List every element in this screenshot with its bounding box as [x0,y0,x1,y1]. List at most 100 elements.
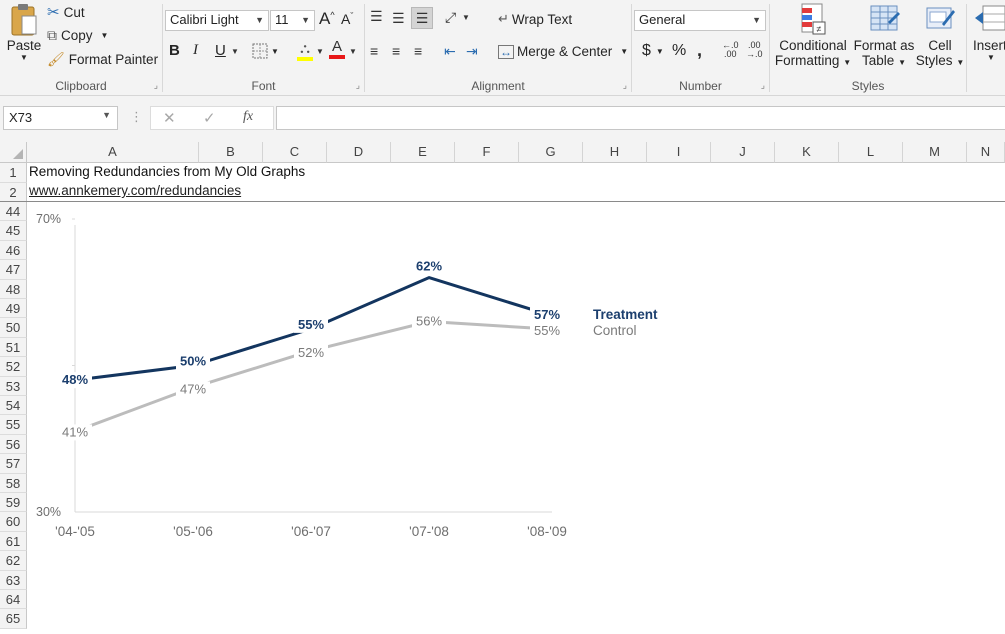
column-header-j[interactable]: J [711,142,775,163]
cell-styles-button[interactable]: Cell Styles ▼ [916,2,964,68]
percent-button[interactable]: % [672,42,686,60]
row-header-58[interactable]: 58 [0,473,27,493]
row-header-50[interactable]: 50 [0,318,27,338]
insert-function-icon[interactable]: fx [243,109,253,125]
row-header-64[interactable]: 64 [0,590,27,610]
row-header-48[interactable]: 48 [0,279,27,299]
number-format-select[interactable]: General ▼ [634,10,766,31]
paste-label: Paste [6,38,42,53]
column-header-n[interactable]: N [967,142,1005,163]
align-bottom-icon[interactable]: ☰ [411,7,433,29]
format-as-table-button[interactable]: Format as Table ▼ [852,2,916,68]
row-header-63[interactable]: 63 [0,570,27,590]
enter-icon[interactable]: ✓ [203,109,216,127]
row-header-65[interactable]: 65 [0,609,27,629]
align-left-icon[interactable]: ≡ [370,43,378,59]
column-header-m[interactable]: M [903,142,967,163]
comma-button[interactable]: , [697,40,702,61]
cut-label: Cut [63,4,85,20]
row-header-49[interactable]: 49 [0,299,27,319]
column-header-d[interactable]: D [327,142,391,163]
x-tick-label-1: '05-'06 [173,524,213,539]
row-header-47[interactable]: 47 [0,260,27,280]
column-header-a[interactable]: A [27,142,199,163]
select-all-corner[interactable] [0,142,27,163]
row-header-53[interactable]: 53 [0,376,27,396]
align-middle-icon[interactable]: ☰ [392,10,405,27]
column-header-b[interactable]: B [199,142,263,163]
currency-button[interactable]: $ ▼ [642,42,664,60]
decrease-decimal-icon[interactable]: .00 →.0 [746,41,763,59]
orientation-icon[interactable]: ⤢ [445,9,456,26]
cut-button[interactable]: ✂ Cut [47,3,85,21]
font-color-button[interactable]: A [329,39,345,59]
font-size-select[interactable]: 11 ▼ [270,10,315,31]
column-header-l[interactable]: L [839,142,903,163]
borders-button[interactable]: ▼ [251,42,279,60]
clipboard-launcher-icon[interactable]: ⌟ [154,80,158,91]
name-box-dropdown-icon[interactable]: ▼ [102,110,111,120]
insert-button[interactable]: Insert ▼ [973,2,1005,62]
row-header-46[interactable]: 46 [0,240,27,261]
row-header-51[interactable]: 51 [0,337,27,358]
font-name-select[interactable]: Calibri Light ▼ [165,10,269,31]
cell-a2-link[interactable]: www.annkemery.com/redundancies [29,183,241,198]
row-header-1[interactable]: 1 [0,163,27,183]
row-header-59[interactable]: 59 [0,493,27,513]
cell-a1-title[interactable]: Removing Redundancies from My Old Graphs [29,164,305,179]
row-header-57[interactable]: 57 [0,454,27,474]
underline-button[interactable]: U [215,42,226,59]
row-header-62[interactable]: 62 [0,551,27,571]
cancel-icon[interactable]: ✕ [163,109,176,127]
increase-decimal-icon[interactable]: ←.0.00 [722,41,739,59]
number-launcher-icon[interactable]: ⌟ [761,80,765,91]
paste-icon [11,4,37,36]
shrink-font-button[interactable]: Aˇ [341,11,353,27]
cell-styles-line1: Cell [928,38,952,53]
paste-dropdown-icon[interactable]: ▼ [20,53,28,62]
styles-group-label: Styles [851,79,885,93]
align-right-icon[interactable]: ≡ [414,43,422,59]
column-header-h[interactable]: H [583,142,647,163]
fill-color-button[interactable]: ⛬ [297,40,313,61]
row-header-52[interactable]: 52 [0,357,27,377]
merge-icon: ↔ [498,44,514,59]
increase-indent-icon[interactable]: ⇥ [466,43,478,60]
conditional-formatting-button[interactable]: ≠ Conditional Formatting ▼ [775,2,851,68]
merge-center-button[interactable]: ↔ Merge & Center ▼ [498,44,628,59]
align-top-icon[interactable]: ☰ [370,8,383,25]
row-header-45[interactable]: 45 [0,221,27,241]
orientation-dropdown-icon[interactable]: ▼ [462,13,470,22]
row-header-44[interactable]: 44 [0,202,27,222]
column-header-i[interactable]: I [647,142,711,163]
row-header-60[interactable]: 60 [0,512,27,532]
bold-button[interactable]: B [169,42,180,59]
copy-dropdown-icon[interactable]: ▼ [101,31,109,40]
column-header-k[interactable]: K [775,142,839,163]
column-header-c[interactable]: C [263,142,327,163]
decrease-indent-icon[interactable]: ⇤ [444,43,456,60]
copy-button[interactable]: ⧉ Copy ▼ [47,27,108,44]
alignment-launcher-icon[interactable]: ⌟ [623,80,627,91]
wrap-text-button[interactable]: ↵ Wrap Text [498,11,572,27]
row-header-54[interactable]: 54 [0,396,27,416]
row-header-61[interactable]: 61 [0,531,27,552]
fill-dropdown-icon[interactable]: ▼ [316,47,324,56]
font-color-dropdown-icon[interactable]: ▼ [349,47,357,56]
column-header-g[interactable]: G [519,142,583,163]
line-chart[interactable]: 30% 70% '04-'05 '05-'06 '06-'07 '07-'08 '08-'0… [28,203,668,558]
italic-button[interactable]: I [193,42,198,59]
formula-input[interactable] [276,106,1005,130]
name-box[interactable]: X73 ▼ [3,106,118,130]
row-header-2[interactable]: 2 [0,182,27,202]
align-center-icon[interactable]: ≡ [392,43,400,59]
column-header-f[interactable]: F [455,142,519,163]
grow-font-button[interactable]: A ^ [319,9,335,29]
font-launcher-icon[interactable]: ⌟ [356,80,360,91]
underline-dropdown-icon[interactable]: ▼ [231,47,239,56]
column-header-e[interactable]: E [391,142,455,163]
paste-button[interactable]: Paste ▼ [4,2,44,72]
format-painter-button[interactable]: 🖌 Format Painter [47,51,158,68]
row-header-55[interactable]: 55 [0,415,27,435]
row-header-56[interactable]: 56 [0,434,27,455]
